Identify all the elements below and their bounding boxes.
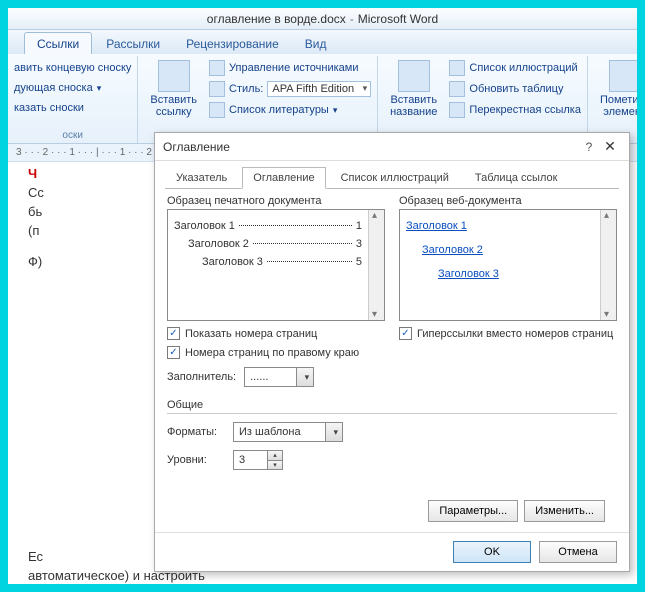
citation-icon <box>158 60 190 92</box>
tab-leader-label: Заполнитель: <box>167 371 236 383</box>
tab-index[interactable]: Указатель <box>165 167 238 189</box>
crossref-icon <box>449 102 465 118</box>
ill-list-icon <box>449 60 465 76</box>
dialog-titlebar[interactable]: Оглавление ? ✕ <box>155 133 629 161</box>
checkbox-icon <box>167 346 180 359</box>
hyperlinks-check[interactable]: Гиперссылки вместо номеров страниц <box>399 327 617 340</box>
sources-icon <box>209 60 225 76</box>
citation-style-combo[interactable]: Стиль: APA Fifth Edition <box>209 79 371 99</box>
ribbon-tabs: Ссылки Рассылки Рецензирование Вид <box>8 30 637 54</box>
next-footnote-button[interactable]: дующая сноска▾ <box>14 78 131 98</box>
tab-illustrations[interactable]: Список иллюстраций <box>330 167 460 189</box>
close-button[interactable]: ✕ <box>599 138 621 155</box>
update-icon <box>449 81 465 97</box>
options-button[interactable]: Параметры... <box>428 500 518 522</box>
cancel-button[interactable]: Отмена <box>539 541 617 563</box>
tab-authorities[interactable]: Таблица ссылок <box>464 167 569 189</box>
print-preview-scrollbar[interactable] <box>368 210 384 320</box>
update-table-button[interactable]: Обновить таблицу <box>449 79 581 99</box>
mark-entry-button[interactable]: Пометить элемент <box>594 58 637 120</box>
dialog-title: Оглавление <box>163 140 230 154</box>
mark-icon <box>609 60 637 92</box>
style-icon <box>209 81 225 97</box>
title-bar: оглавление в ворде.docx - Microsoft Word <box>8 8 637 30</box>
insert-citation-button[interactable]: Вставить ссылку <box>144 58 203 120</box>
print-preview-label: Образец печатного документа <box>167 195 385 207</box>
general-group-label: Общие <box>167 399 617 411</box>
dialog-tabs: Указатель Оглавление Список иллюстраций … <box>155 161 629 189</box>
web-link-2[interactable]: Заголовок 2 <box>422 244 483 256</box>
show-notes-button[interactable]: казать сноски <box>14 98 131 118</box>
modify-button[interactable]: Изменить... <box>524 500 605 522</box>
tab-toc[interactable]: Оглавление <box>242 167 325 189</box>
levels-label: Уровни: <box>167 454 225 466</box>
print-preview-box: Заголовок 11 Заголовок 23 Заголовок 35 <box>167 209 385 321</box>
cross-reference-button[interactable]: Перекрестная ссылка <box>449 100 581 120</box>
manage-sources-button[interactable]: Управление источниками <box>209 58 371 78</box>
app-name: Microsoft Word <box>358 12 438 26</box>
formats-combo[interactable]: Из шаблона▾ <box>233 422 343 442</box>
illustrations-list-button[interactable]: Список иллюстраций <box>449 58 581 78</box>
tab-view[interactable]: Вид <box>293 33 339 54</box>
biblio-icon <box>209 102 225 118</box>
right-align-numbers-check[interactable]: Номера страниц по правому краю <box>167 346 385 359</box>
tab-leader-combo[interactable]: ......▾ <box>244 367 314 387</box>
web-preview-scrollbar[interactable] <box>600 210 616 320</box>
help-button[interactable]: ? <box>579 140 599 154</box>
show-page-numbers-check[interactable]: Показать номера страниц <box>167 327 385 340</box>
insert-caption-button[interactable]: Вставить название <box>384 58 443 120</box>
formats-label: Форматы: <box>167 426 225 438</box>
tab-references[interactable]: Ссылки <box>24 32 92 54</box>
tab-mailings[interactable]: Рассылки <box>94 33 172 54</box>
web-link-1[interactable]: Заголовок 1 <box>406 220 467 232</box>
tab-review[interactable]: Рецензирование <box>174 33 291 54</box>
web-preview-box: Заголовок 1 Заголовок 2 Заголовок 3 <box>399 209 617 321</box>
web-preview-label: Образец веб-документа <box>399 195 617 207</box>
doc-title: оглавление в ворде.docx <box>207 12 346 26</box>
ribbon: авить концевую сноску дующая сноска▾ каз… <box>8 54 637 144</box>
insert-endnote-button[interactable]: авить концевую сноску <box>14 58 131 78</box>
checkbox-icon <box>167 327 180 340</box>
caption-icon <box>398 60 430 92</box>
levels-spinner[interactable]: 3 ▴▾ <box>233 450 283 470</box>
toc-dialog: Оглавление ? ✕ Указатель Оглавление Спис… <box>154 132 630 572</box>
checkbox-icon <box>399 327 412 340</box>
web-link-3[interactable]: Заголовок 3 <box>438 268 499 280</box>
bibliography-button[interactable]: Список литературы▾ <box>209 100 371 120</box>
ok-button[interactable]: OK <box>453 541 531 563</box>
